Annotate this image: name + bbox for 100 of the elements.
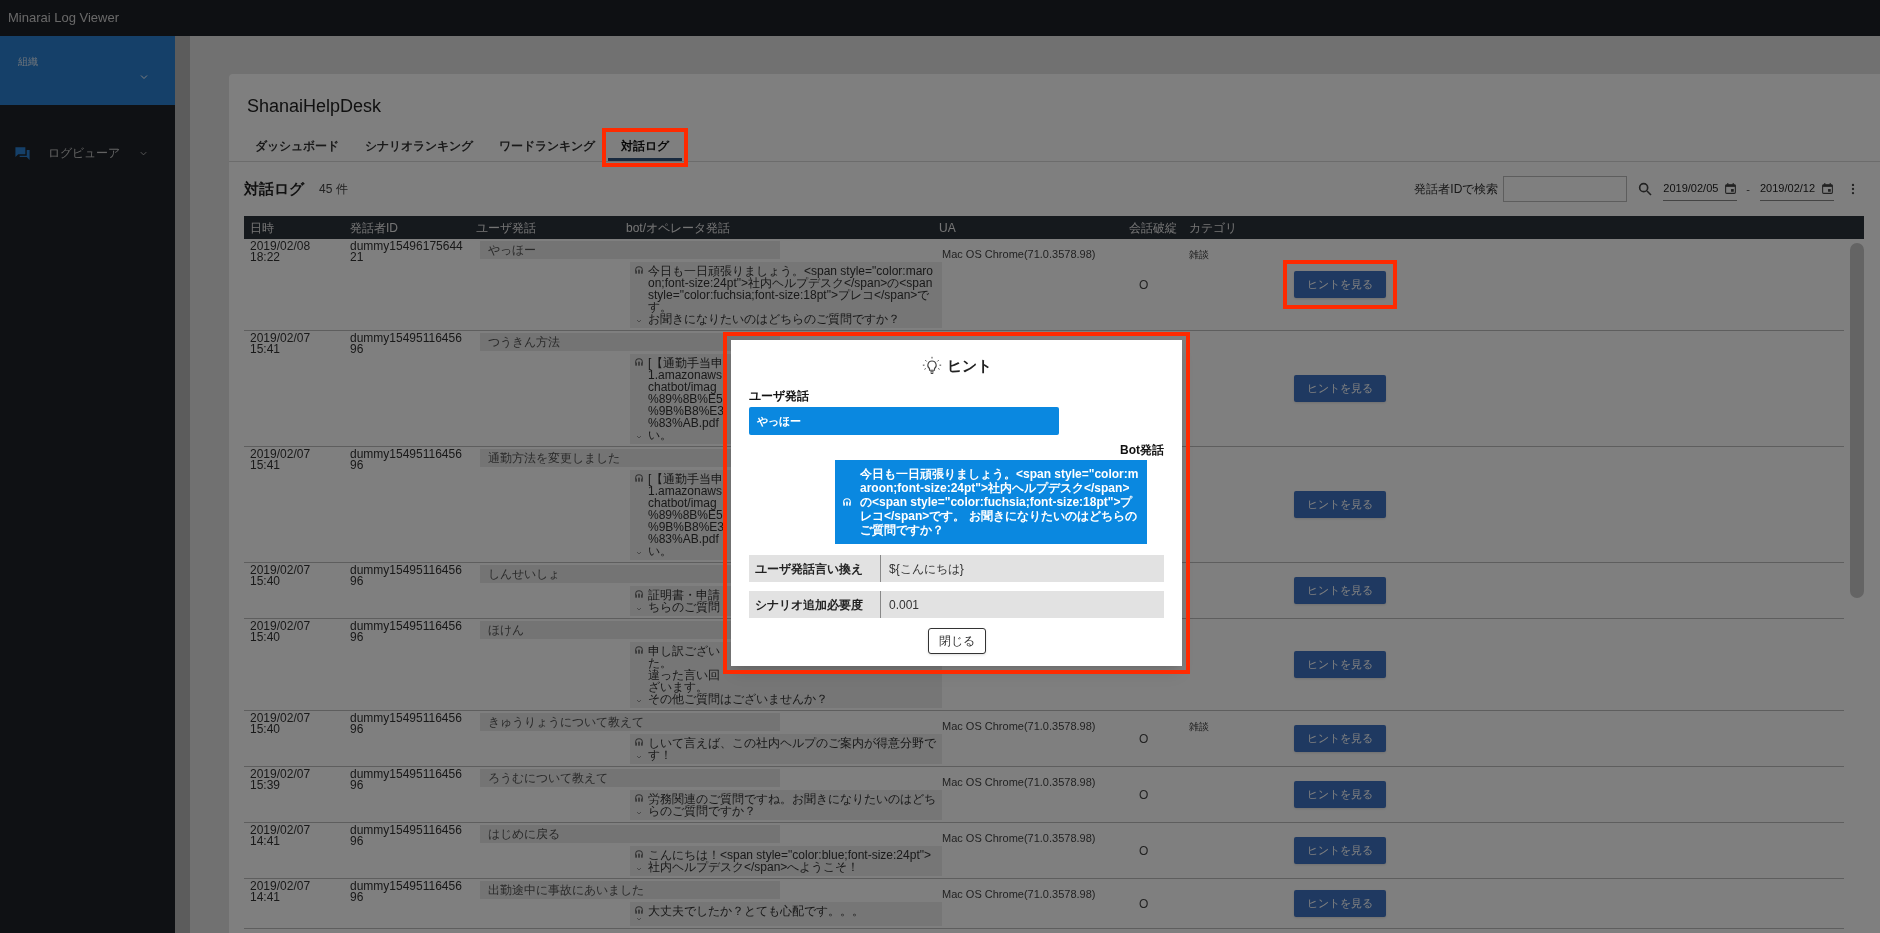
column-header: 発話者ID xyxy=(350,219,399,237)
table-cell-text: dummy1549511645696 xyxy=(350,825,463,850)
table-cell-text: dummy1549511645696 xyxy=(350,449,463,474)
table-cell-text: dummy1549617564421 xyxy=(350,241,464,266)
tab[interactable]: ワードランキング xyxy=(486,134,608,161)
bot-text: %89%8B%E5 xyxy=(648,509,724,521)
bot-text: %9B%B8%E3 xyxy=(648,405,725,417)
table-cell-text: O xyxy=(1139,730,1149,748)
hint-button[interactable]: ヒントを見る xyxy=(1294,375,1386,402)
bot-text: 違った言い回 xyxy=(648,669,721,681)
table-cell-text: 2019/02/07 15:41 xyxy=(249,333,312,358)
table-cell-text: dummy1549511645696 xyxy=(350,621,463,646)
field-label: ユーザ発話 xyxy=(749,388,810,405)
column-header: bot/オペレータ発話 xyxy=(626,219,731,237)
table-cell-text: O xyxy=(1139,276,1149,294)
table-cell-text: 2019/02/07 15:41 xyxy=(249,449,312,474)
table-cell-text: 2019/02/07 14:41 xyxy=(249,881,312,906)
table-cell-text: dummy1549511645696 xyxy=(350,769,463,794)
table-cell-text: 2019/02/07 14:41 xyxy=(249,825,312,850)
bot-text: %9B%B8%E3 xyxy=(648,521,725,533)
category-tag: 雑談 xyxy=(1189,721,1209,732)
table-cell: Mac OS Chrome(71.0.3578.98) xyxy=(942,720,1096,732)
date-separator: - xyxy=(1746,181,1750,197)
hint-button[interactable]: ヒントを見る xyxy=(1294,890,1386,917)
bot-text: その他ご質問はございませんか？ xyxy=(648,693,828,705)
bot-text: ちらのご質問 xyxy=(648,601,720,613)
table-cell-text: 2019/02/07 15:39 xyxy=(249,769,312,794)
bot-text: こんにちは！<span style="color:blue;font-size:24pt">社内ヘルプデスク</span>へようこそ！ xyxy=(648,849,932,873)
bot-text: [【通勤手当申 xyxy=(648,357,725,369)
hint-button[interactable]: ヒントを見る xyxy=(1294,781,1386,808)
table-cell-text: 2019/02/07 15:40 xyxy=(249,621,312,646)
hint-button[interactable]: ヒントを見る xyxy=(1294,577,1386,604)
table-cell: Mac OS Chrome(71.0.3578.98) xyxy=(942,248,1096,260)
bot-text: [【通勤手当申 xyxy=(648,473,725,485)
table-cell-text: O xyxy=(1139,786,1149,804)
bot-text: ざいます。 xyxy=(648,681,708,693)
bot-text: %89%8B%E5 xyxy=(648,393,724,405)
section-title: 対話ログ xyxy=(244,178,304,199)
detail-value: ${こんにちは} xyxy=(888,560,965,578)
column-header: ユーザ発話 xyxy=(476,219,537,237)
column-header: 日時 xyxy=(249,219,275,237)
bot-text: い。 xyxy=(648,429,672,441)
tab[interactable]: シナリオランキング xyxy=(352,134,486,161)
app-title: Minarai Log Viewer xyxy=(8,9,120,28)
date-field[interactable]: 2019/02/05 xyxy=(1663,177,1738,201)
bot-text: 1.amazonaws xyxy=(648,485,724,497)
bot-text: chatbot/imag xyxy=(648,497,718,509)
detail-label: ユーザ発話言い換え xyxy=(749,555,881,582)
column-header: カテゴリ xyxy=(1189,219,1238,237)
table-cell-text: dummy1549511645696 xyxy=(350,565,463,590)
record-count: 45 件 xyxy=(319,181,348,198)
table-cell: Mac OS Chrome(71.0.3578.98) xyxy=(942,888,1096,900)
bot-text: しいて言えば、この社内ヘルプのご案内が得意分野です！ xyxy=(648,737,937,761)
bot-text: chatbot/imag xyxy=(648,381,718,393)
field-label: Bot発話 xyxy=(1120,442,1164,459)
project-title: ShanaiHelpDesk xyxy=(246,95,383,118)
user-utterance: 出勤途中に事故にあいました xyxy=(480,881,780,899)
date-field[interactable]: 2019/02/12 xyxy=(1760,177,1834,201)
org-label: 組織 xyxy=(18,55,39,69)
hint-button[interactable]: ヒントを見る xyxy=(1294,837,1386,864)
table-cell-text: 2019/02/07 15:40 xyxy=(249,565,312,590)
bot-text: お聞きになりたいのはどちらのご質問ですか？ xyxy=(648,313,901,325)
hint-button[interactable]: ヒントを見る xyxy=(1294,271,1386,298)
detail-label: シナリオ追加必要度 xyxy=(749,591,881,618)
bot-text: 労務関連のご質問ですね。お聞きになりたいのはどちらのご質問ですか？ xyxy=(648,793,937,817)
bot-text: い。 xyxy=(648,545,672,557)
table-cell-text: O xyxy=(1139,842,1149,860)
hint-button[interactable]: ヒントを見る xyxy=(1294,725,1386,752)
search-label: 発話者IDで検索 xyxy=(1414,181,1499,198)
bot-text: 申し訳ござい xyxy=(648,645,721,657)
user-utterance: やっほー xyxy=(749,407,1059,435)
bot-text: 大丈夫でしたか？とても心配です。。。 xyxy=(648,905,864,917)
bot-text: 証明書・申請 xyxy=(648,589,720,601)
tab[interactable]: ダッシュボード xyxy=(242,134,352,161)
org-selector[interactable]: 組織 xyxy=(0,36,175,105)
user-utterance: やっほー xyxy=(480,241,780,259)
column-header: UA xyxy=(939,219,957,237)
bot-text: 今日も一日頑張りましょう。<span style="color:maroon;font-size:24pt">社内ヘルプデスク</span>の<span style="color:fuchsia;font-size:18pt">プレコ</span>です。 xyxy=(648,265,934,313)
table-cell-text: dummy1549511645696 xyxy=(350,333,463,358)
table-cell: Mac OS Chrome(71.0.3578.98) xyxy=(942,832,1096,844)
bot-text: た。 xyxy=(648,657,672,669)
table-cell-text: 2019/02/08 18:22 xyxy=(249,241,312,266)
user-utterance: ろうむについて教えて xyxy=(480,769,780,787)
category-tag: 雑談 xyxy=(1189,249,1209,260)
table-cell-text: dummy1549511645696 xyxy=(350,881,463,906)
close-button[interactable]: 閉じる xyxy=(927,628,986,654)
table-cell-text: dummy1549511645696 xyxy=(350,713,463,738)
hint-button[interactable]: ヒントを見る xyxy=(1294,491,1386,518)
column-header: 会話破綻 xyxy=(1129,219,1178,237)
user-utterance: はじめに戻る xyxy=(480,825,780,843)
bot-text: 1.amazonaws xyxy=(648,369,724,381)
bot-text: 今日も一日頑張りましょう。<span style="color:maroon;font-size:24pt">社内ヘルプデスク</span>の<span style="color:fuchsia;font-size:18pt">プレコ</span>です。 お聞きになりたいのはどちらのご質問ですか？ xyxy=(860,467,1140,537)
hint-button[interactable]: ヒントを見る xyxy=(1294,651,1386,678)
detail-value: 0.001 xyxy=(888,596,921,614)
tab[interactable]: 対話ログ xyxy=(608,134,682,161)
table-cell-text: O xyxy=(1139,895,1149,913)
user-utterance: きゅうりょうについて教えて xyxy=(480,713,780,731)
table-cell-text: 2019/02/07 15:40 xyxy=(249,713,312,738)
table-cell: Mac OS Chrome(71.0.3578.98) xyxy=(942,776,1096,788)
dialog-title: ヒント xyxy=(947,355,992,376)
